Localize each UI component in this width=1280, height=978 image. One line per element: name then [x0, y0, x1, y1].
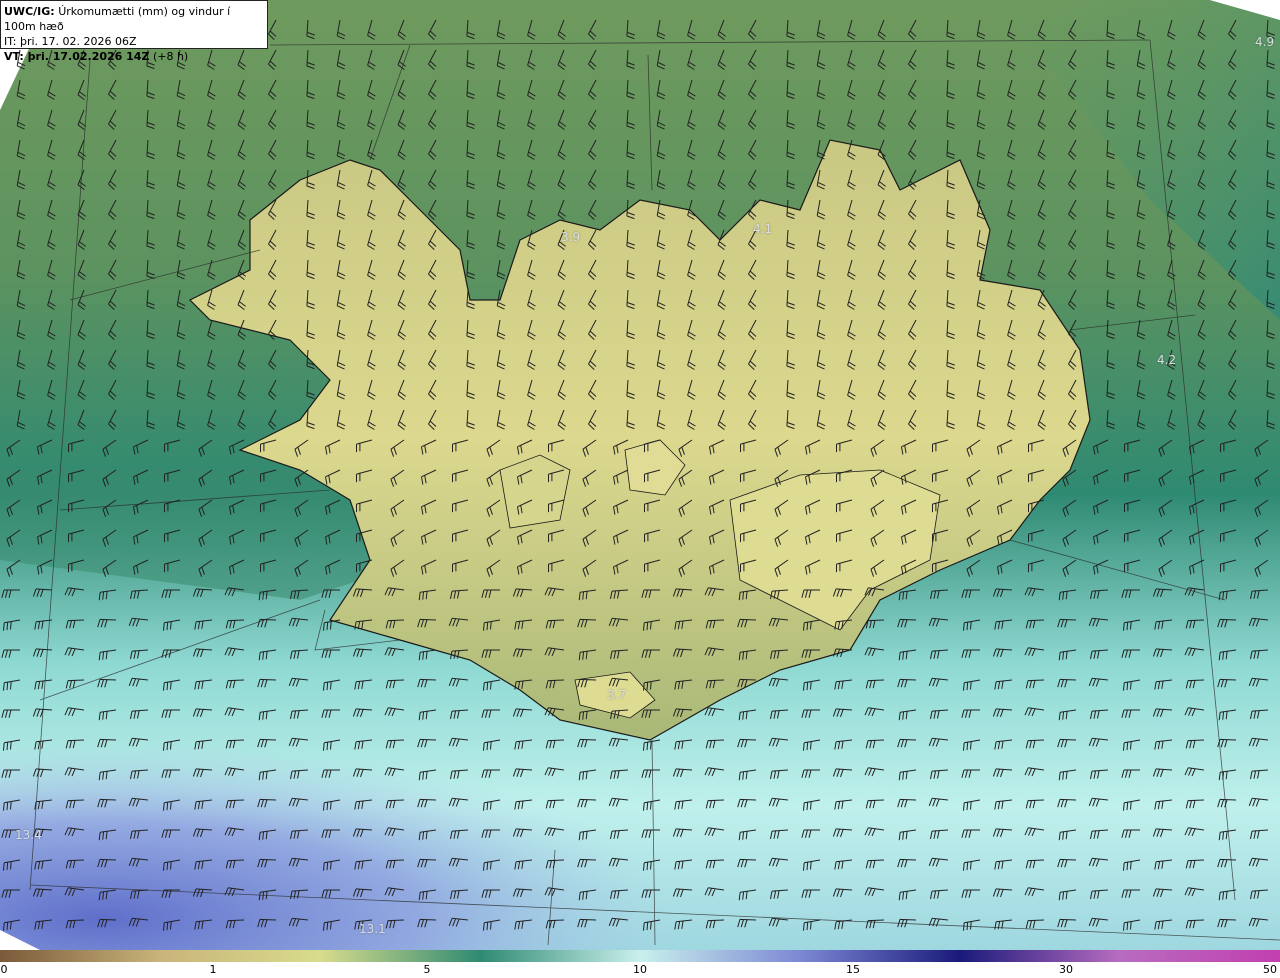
colorbar-tick: 0: [0, 963, 8, 976]
map-value-label: 4.1: [753, 222, 773, 236]
valid-time: VT: þri. 17.02.2026 14Z: [4, 50, 150, 63]
colorbar-tick: 30: [1059, 963, 1073, 976]
map-value-label: 4.9: [1255, 35, 1275, 49]
map-value-label: 13.1: [359, 922, 386, 936]
map-value-label: 13.4: [15, 828, 42, 842]
title-line-3: VT: þri. 17.02.2026 14Z (+8 h): [4, 49, 264, 64]
map-value-label: 3.9: [561, 230, 581, 244]
colorbar-tick: 50: [1263, 963, 1277, 976]
map-title-box: UWC/IG: Úrkomumætti (mm) og vindur í 100…: [0, 0, 268, 63]
model-name: UWC/IG:: [4, 5, 55, 18]
colorbar-tick: 10: [633, 963, 647, 976]
map-value-label: 3.7: [607, 688, 627, 702]
lead-time: (+8 h): [152, 50, 189, 63]
map-value-label: 4.2: [1157, 353, 1177, 367]
title-line-1: UWC/IG: Úrkomumætti (mm) og vindur í 100…: [4, 4, 264, 34]
colorbar-tick: 15: [846, 963, 860, 976]
precipitation-wind-map: [0, 0, 1280, 950]
initial-time: IT: þri. 17. 02. 2026 06Z: [4, 35, 137, 48]
precipitation-colorbar: [0, 950, 1280, 962]
glacier-langjokull: [499, 454, 571, 529]
colorbar-tick: 5: [423, 963, 431, 976]
colorbar-tick: 1: [209, 963, 217, 976]
